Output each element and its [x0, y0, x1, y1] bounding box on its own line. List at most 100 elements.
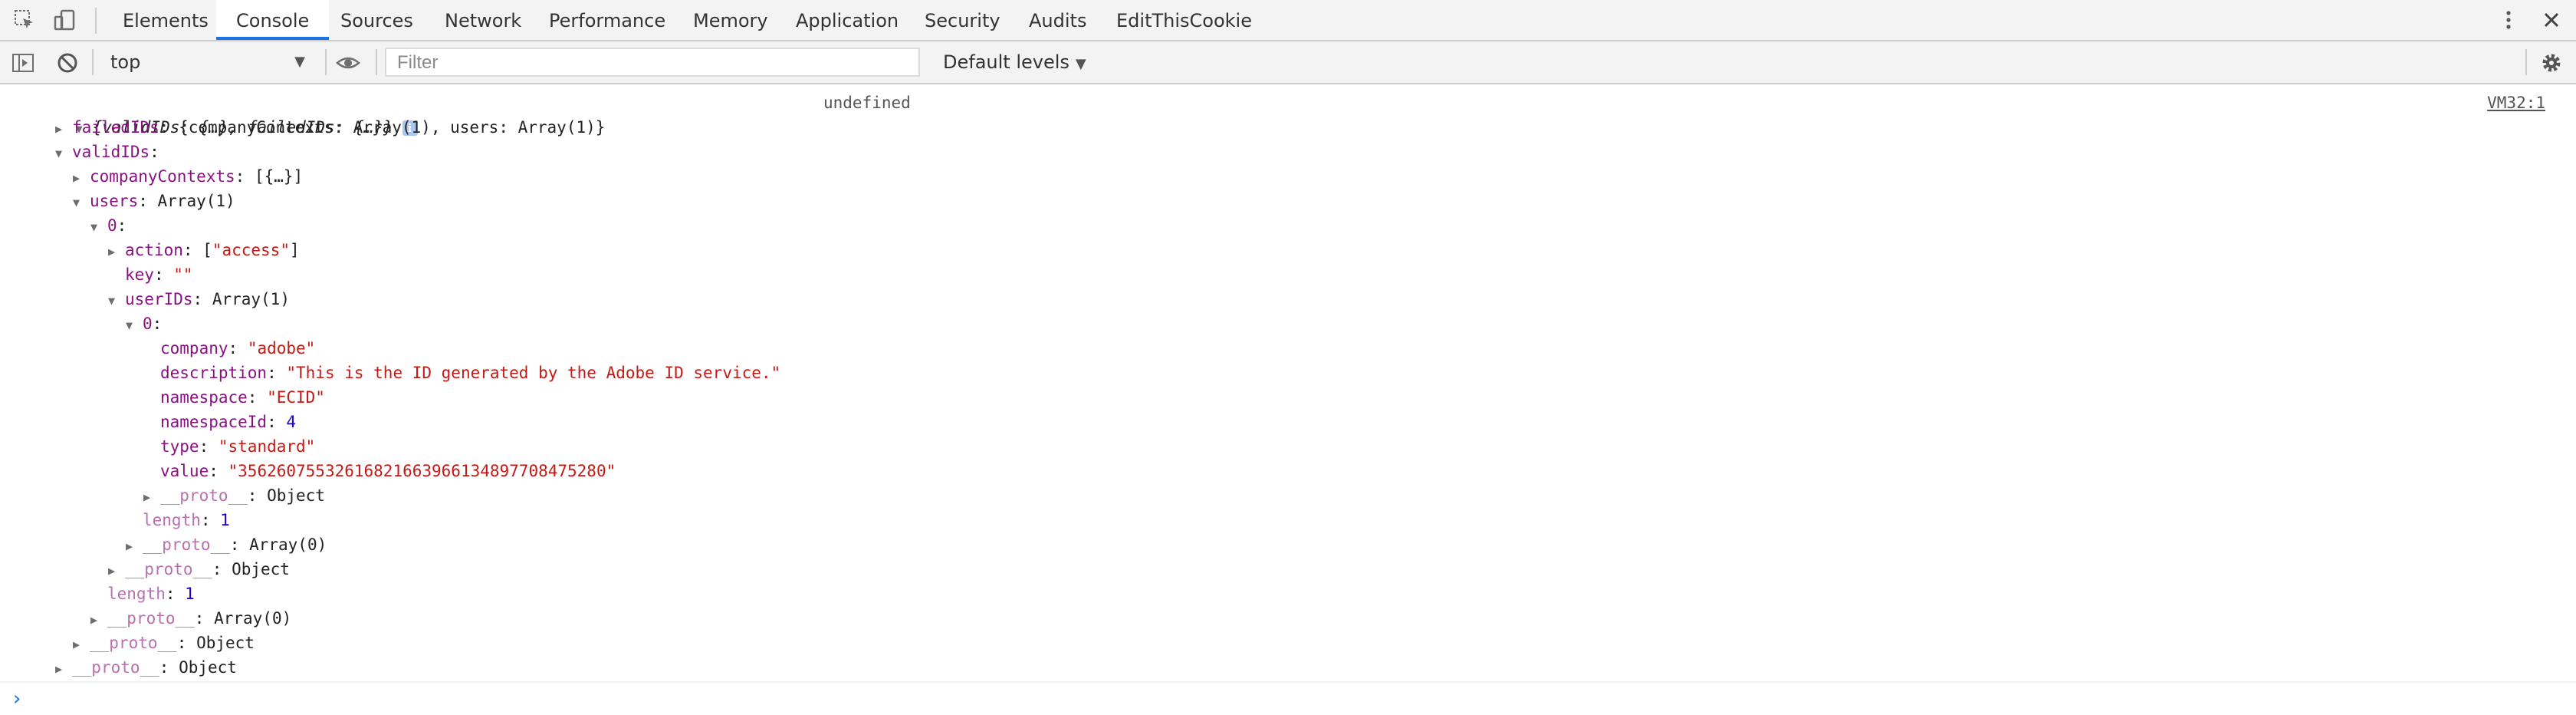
expanded-triangle-icon[interactable]: ▼	[126, 313, 143, 338]
colon-separator: :	[209, 462, 228, 480]
tree-row[interactable]: ▼ validIDs:	[0, 140, 169, 164]
tree-row: ▶namespaceId: 4	[0, 410, 296, 434]
property-value: Array(1)	[212, 290, 290, 308]
property-key: __proto__	[107, 609, 195, 628]
colon-separator: :	[117, 216, 136, 235]
chevron-down-icon: ▼	[1075, 56, 1086, 72]
toolbar-divider	[95, 8, 97, 34]
expanded-triangle-icon[interactable]: ▼	[90, 215, 107, 239]
property-key: __proto__	[125, 560, 212, 578]
collapsed-triangle-icon[interactable]: ▶	[73, 632, 90, 657]
property-value: Object	[196, 634, 255, 652]
property-key: __proto__	[160, 486, 248, 505]
tree-row[interactable]: ▶ __proto__: Object	[0, 557, 290, 582]
context-selector[interactable]: top ▼	[101, 48, 313, 77]
property-key: companyContexts	[90, 167, 235, 186]
property-value: 4	[286, 413, 297, 431]
tree-row[interactable]: ▶ __proto__: Object	[0, 483, 325, 508]
collapsed-triangle-icon[interactable]: ▶	[108, 558, 125, 583]
filter-input-box[interactable]	[385, 48, 920, 77]
inspect-element-icon[interactable]	[12, 8, 37, 32]
property-key: length	[143, 511, 201, 529]
collapsed-triangle-icon[interactable]: ▶	[55, 657, 72, 681]
tree-row[interactable]: ▶ __proto__: Object	[0, 655, 237, 680]
collapsed-triangle-icon[interactable]: ▶	[73, 166, 90, 190]
eye-icon[interactable]	[336, 51, 360, 75]
tree-row[interactable]: ▶ __proto__: Array(0)	[0, 606, 291, 631]
console-toolbar: top ▼ Default levels ▼	[0, 41, 2576, 84]
tab-application[interactable]: Application	[776, 0, 918, 40]
context-value: top	[110, 51, 141, 73]
collapsed-triangle-icon[interactable]: ▶	[90, 608, 107, 632]
console-prompt[interactable]: ›	[0, 681, 2576, 715]
source-link[interactable]: VM32:1	[2487, 91, 2545, 115]
log-levels-dropdown[interactable]: Default levels ▼	[943, 48, 1086, 77]
colon-separator: :	[199, 437, 219, 456]
tree-row[interactable]: ▶ __proto__: Array(0)	[0, 532, 327, 557]
property-value: ["access"]	[202, 241, 300, 259]
colon-separator: :	[228, 339, 248, 358]
collapsed-triangle-icon[interactable]: ▶	[143, 485, 160, 509]
property-key: 0	[107, 216, 117, 235]
colon-separator: :	[194, 609, 215, 628]
tree-row: ▶key: ""	[0, 262, 193, 287]
tree-row: ▶description: "This is the ID generated …	[0, 361, 780, 385]
gear-icon[interactable]	[2539, 51, 2564, 75]
expanded-triangle-icon[interactable]: ▼	[55, 141, 72, 166]
tab-memory[interactable]: Memory	[673, 0, 788, 40]
sidebar-toggle-icon[interactable]	[11, 51, 35, 75]
tree-row[interactable]: ▼ 0:	[0, 213, 136, 238]
colon-separator: :	[152, 315, 172, 333]
tree-row: ▶namespace: "ECID"	[0, 385, 325, 410]
colon-separator: :	[159, 118, 179, 137]
prompt-caret-icon: ›	[11, 687, 23, 710]
toolbar-divider	[376, 49, 377, 75]
toolbar-divider	[92, 49, 94, 75]
tab-sources[interactable]: Sources	[320, 0, 433, 40]
collapsed-triangle-icon[interactable]: ▶	[55, 117, 72, 141]
tree-row[interactable]: ▼ 0:	[0, 311, 172, 336]
tab-performance[interactable]: Performance	[529, 0, 685, 40]
colon-separator: :	[235, 167, 255, 186]
tree-row[interactable]: ▶ failedIDs: {companyContexts: Array(1), …	[0, 115, 605, 140]
console-entry-summary[interactable]: ▼ {validIDs: {…}, failedIDs: {…}} i	[0, 91, 418, 137]
clear-console-icon[interactable]	[55, 51, 80, 75]
collapsed-triangle-icon[interactable]: ▶	[108, 239, 125, 264]
property-key: action	[125, 241, 183, 259]
colon-separator: :	[153, 265, 174, 284]
filter-input[interactable]	[396, 49, 912, 77]
colon-separator: :	[212, 560, 232, 578]
tab-editthiscookie[interactable]: EditThisCookie	[1096, 0, 1272, 40]
tree-row[interactable]: ▶ __proto__: Object	[0, 631, 255, 655]
colon-separator: :	[182, 241, 203, 259]
tab-network[interactable]: Network	[425, 0, 541, 40]
tree-row: ▶type: "standard"	[0, 434, 315, 459]
more-options-icon[interactable]	[2496, 8, 2521, 32]
tree-row: ▶value: "3562607553261682166396613489770…	[0, 459, 616, 483]
tree-row[interactable]: ▼ userIDs: Array(1)	[0, 287, 290, 311]
colon-separator: :	[267, 364, 287, 382]
property-key: userIDs	[125, 290, 193, 308]
property-key: description	[160, 364, 268, 382]
device-toolbar-icon[interactable]	[52, 8, 77, 32]
tab-audits[interactable]: Audits	[1009, 0, 1106, 40]
collapsed-triangle-icon[interactable]: ▶	[126, 534, 143, 558]
property-value: [{…}]	[254, 167, 304, 186]
tree-row: ▶length: 1	[0, 582, 195, 606]
expanded-triangle-icon[interactable]: ▼	[108, 288, 125, 313]
expanded-triangle-icon[interactable]: ▼	[73, 190, 90, 215]
property-key: value	[160, 462, 209, 480]
tab-elements[interactable]: Elements	[103, 0, 228, 40]
property-value: 1	[220, 511, 230, 529]
tree-row[interactable]: ▼ users: Array(1)	[0, 189, 235, 213]
tree-row[interactable]: ▶ companyContexts: [{…}]	[0, 164, 303, 189]
tree-row[interactable]: ▶ action: ["access"]	[0, 238, 300, 262]
close-icon[interactable]	[2539, 8, 2564, 32]
colon-separator: :	[247, 486, 268, 505]
tab-console[interactable]: Console	[216, 0, 330, 40]
toolbar-divider	[2525, 49, 2527, 75]
tab-security[interactable]: Security	[905, 0, 1020, 40]
colon-separator: :	[200, 511, 221, 529]
property-value: "adobe"	[247, 339, 316, 358]
log-levels-label: Default levels	[943, 51, 1070, 73]
